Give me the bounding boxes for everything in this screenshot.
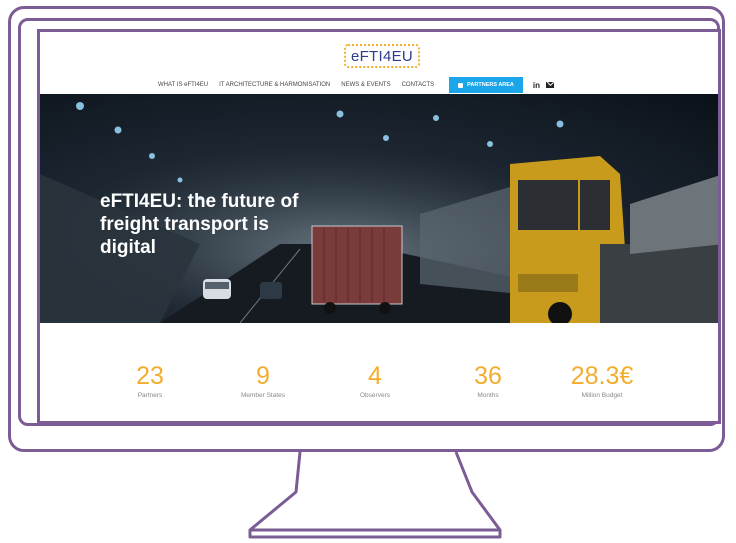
site-logo[interactable]: eFTI4EU — [340, 42, 424, 70]
stat-value: 28.3€ — [570, 362, 634, 390]
lock-icon — [458, 82, 464, 88]
nav-item-contacts[interactable]: CONTACTS — [402, 82, 435, 88]
hero-banner: eFTI4EU: the future of freight transport… — [40, 94, 718, 323]
site-header: eFTI4EU WHAT IS eFTI4EU IT ARCHITECTURE … — [40, 32, 718, 94]
nav-item-what-is[interactable]: WHAT IS eFTI4EU — [158, 82, 208, 88]
linkedin-icon[interactable]: in — [533, 81, 540, 90]
stat-value: 9 — [256, 362, 270, 390]
mail-icon[interactable] — [546, 82, 555, 88]
nav-item-news-events[interactable]: NEWS & EVENTS — [341, 82, 390, 88]
stat-label: Million Budget — [581, 392, 623, 399]
stat-budget: 28.3€ Million Budget — [552, 362, 652, 400]
hero-title-line-3: digital — [100, 237, 156, 258]
stat-label: Months — [477, 392, 499, 399]
partners-area-label: PARTNERS AREA — [467, 82, 514, 88]
stats-section: 23 Partners 9 Member States 4 Observers … — [40, 323, 718, 421]
main-nav: WHAT IS eFTI4EU IT ARCHITECTURE & HARMON… — [158, 77, 555, 93]
website-screen: eFTI4EU WHAT IS eFTI4EU IT ARCHITECTURE … — [37, 29, 721, 424]
logo-text: eFTI4EU — [350, 47, 414, 65]
stat-label: Partners — [137, 392, 163, 399]
stat-observers: 4 Observers — [325, 362, 425, 400]
stat-member-states: 9 Member States — [213, 362, 313, 400]
stat-value: 23 — [136, 362, 164, 390]
hero-title-line-2: freight transport is — [100, 214, 269, 235]
nav-item-it-architecture[interactable]: IT ARCHITECTURE & HARMONISATION — [219, 82, 330, 88]
stat-value: 36 — [474, 362, 502, 390]
partners-area-button[interactable]: PARTNERS AREA — [449, 77, 523, 93]
stat-value: 4 — [368, 362, 382, 390]
hero-title-line-1: eFTI4EU: the future of — [100, 191, 299, 212]
stat-label: Observers — [360, 392, 390, 399]
stat-months: 36 Months — [438, 362, 538, 400]
stat-label: Member States — [240, 392, 286, 399]
stat-partners: 23 Partners — [100, 362, 200, 400]
hero-title: eFTI4EU: the future of freight transport… — [100, 190, 400, 259]
